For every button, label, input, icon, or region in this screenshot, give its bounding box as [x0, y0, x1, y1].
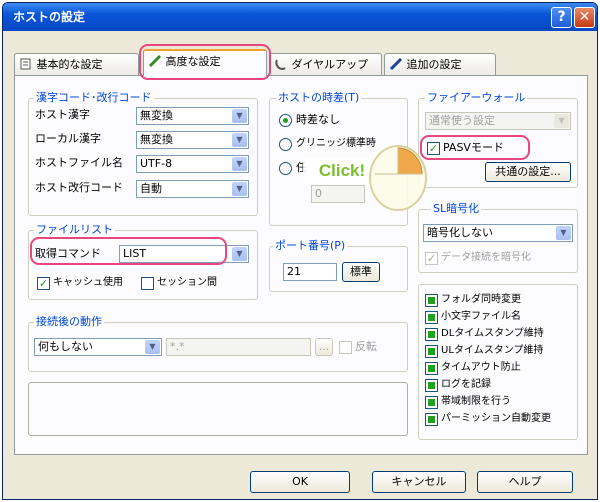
chevron-down-icon: ▼: [232, 247, 247, 261]
blank-area: [28, 382, 408, 436]
host-kanji-value: 無変換: [140, 109, 173, 122]
chevron-down-icon: ▼: [232, 157, 247, 171]
after-connect-select[interactable]: 何もしない ▼: [34, 338, 162, 356]
option-timeout-label: タイムアウト防止: [441, 362, 521, 373]
option-bandwidth-checkbox[interactable]: [425, 396, 438, 409]
chevron-down-icon: ▼: [554, 114, 569, 128]
local-kanji-label: ローカル漢字: [35, 132, 101, 145]
option-lowercase-checkbox[interactable]: [425, 311, 438, 324]
host-newline-select[interactable]: 自動 ▼: [136, 180, 249, 198]
close-button[interactable]: ✕: [574, 7, 595, 28]
browse-button[interactable]: ...: [315, 338, 333, 356]
file-list-title: ファイルリスト: [34, 223, 115, 237]
host-newline-value: 自動: [140, 182, 162, 195]
tab-additional[interactable]: 追加の設定: [384, 53, 496, 75]
tab-dialup-label: ダイヤルアップ: [291, 58, 369, 71]
kanji-code-title: 漢字コード･改行コード: [34, 91, 154, 105]
option-ul-timestamp-label: ULタイムスタンプ維持: [441, 345, 544, 356]
firewall-select[interactable]: 通常使う設定 ▼: [425, 112, 571, 130]
advanced-tab-highlight: [139, 44, 271, 80]
firewall-title: ファイアーウォール: [425, 91, 528, 105]
chevron-down-icon: ▼: [232, 109, 247, 123]
tab-basic[interactable]: 基本的な設定: [14, 53, 139, 75]
default-port-button[interactable]: 標準: [342, 262, 380, 282]
host-filename-value: UTF-8: [140, 157, 173, 170]
time-other-radio[interactable]: [279, 162, 292, 175]
window-title: ホストの設定: [13, 10, 86, 24]
mouse-icon: [369, 145, 427, 211]
fetch-command-highlight: [30, 237, 227, 265]
time-greenwich-radio[interactable]: [279, 138, 292, 151]
firewall-select-value: 通常使う設定: [429, 114, 495, 127]
option-dl-timestamp-checkbox[interactable]: [425, 328, 438, 341]
encryption-title: SL暗号化: [431, 202, 482, 216]
tab-basic-label: 基本的な設定: [36, 58, 103, 71]
pasv-highlight: [420, 135, 530, 160]
advanced-settings-panel: 漢字コード･改行コード ホスト漢字 無変換 ▼ ローカル漢字 無変換 ▼ ホストファ…: [14, 75, 588, 455]
tab-additional-label: 追加の設定: [406, 58, 462, 71]
local-kanji-select[interactable]: 無変換 ▼: [136, 131, 249, 149]
data-encrypt-checkbox[interactable]: ✓: [425, 252, 438, 265]
port-title: ポート番号(P): [273, 239, 348, 253]
tab-dialup[interactable]: ダイヤルアップ: [269, 53, 382, 75]
host-newline-label: ホスト改行コード: [35, 181, 123, 194]
host-kanji-select[interactable]: 無変換 ▼: [136, 107, 249, 125]
common-settings-button[interactable]: 共通の設定...: [485, 162, 571, 182]
after-connect-path[interactable]: *.*: [166, 338, 311, 356]
time-offset-input[interactable]: 0: [311, 185, 365, 203]
option-log-label: ログを記録: [441, 379, 491, 390]
phone-icon: [275, 59, 286, 70]
host-filename-select[interactable]: UTF-8 ▼: [136, 155, 249, 173]
chevron-down-icon: ▼: [145, 340, 160, 354]
session-checkbox[interactable]: [141, 277, 154, 290]
option-timeout-checkbox[interactable]: [425, 362, 438, 375]
after-connect-value: 何もしない: [38, 340, 93, 353]
option-lowercase-label: 小文字ファイル名: [441, 311, 521, 322]
option-ul-timestamp-checkbox[interactable]: [425, 345, 438, 358]
host-filename-label: ホストファイル名: [35, 156, 123, 169]
chevron-down-icon: ▼: [556, 226, 571, 240]
encryption-select-value: 暗号化しない: [427, 226, 493, 239]
encryption-select[interactable]: 暗号化しない ▼: [423, 224, 573, 242]
option-log-checkbox[interactable]: [425, 379, 438, 392]
time-none-radio[interactable]: [279, 114, 292, 127]
local-kanji-value: 無変換: [140, 133, 173, 146]
cancel-button[interactable]: キャンセル: [372, 471, 466, 493]
ok-button[interactable]: OK: [250, 471, 350, 493]
option-permission-label: パーミッション自動変更: [441, 413, 551, 424]
cache-checkbox[interactable]: ✓: [37, 277, 50, 290]
help-button[interactable]: ヘルプ: [477, 471, 573, 493]
time-diff-title: ホストの時差(T): [276, 91, 362, 105]
option-folder-sync-checkbox[interactable]: [425, 294, 438, 307]
reverse-label: 反転: [355, 340, 377, 353]
host-settings-dialog: ホストの設定 ? ✕ 基本的な設定 高度な設定 ダイヤルアップ 追加の設定 漢字…: [2, 2, 598, 500]
option-permission-checkbox[interactable]: [425, 413, 438, 426]
option-bandwidth-label: 帯域制限を行う: [441, 396, 511, 407]
cache-label: キャッシュ使用: [53, 277, 123, 288]
host-kanji-label: ホスト漢字: [35, 108, 90, 121]
reverse-checkbox[interactable]: [339, 341, 352, 354]
chevron-down-icon: ▼: [232, 133, 247, 147]
session-label: セッション間: [157, 277, 217, 288]
time-greenwich-label: グリニッジ標準時: [296, 138, 376, 149]
option-folder-sync-label: フォルダ同時変更: [441, 294, 521, 305]
help-title-button[interactable]: ?: [551, 7, 572, 28]
port-input[interactable]: 21: [283, 263, 337, 281]
option-dl-timestamp-label: DLタイムスタンプ維持: [441, 328, 544, 339]
data-encrypt-label: データ接続を暗号化: [441, 252, 531, 263]
pen-icon: [389, 57, 403, 71]
document-icon: [20, 58, 31, 70]
after-connect-title: 接続後の動作: [34, 315, 104, 329]
title-bar: ホストの設定: [3, 3, 597, 31]
chevron-down-icon: ▼: [232, 182, 247, 196]
time-none-label: 時差なし: [296, 113, 340, 126]
